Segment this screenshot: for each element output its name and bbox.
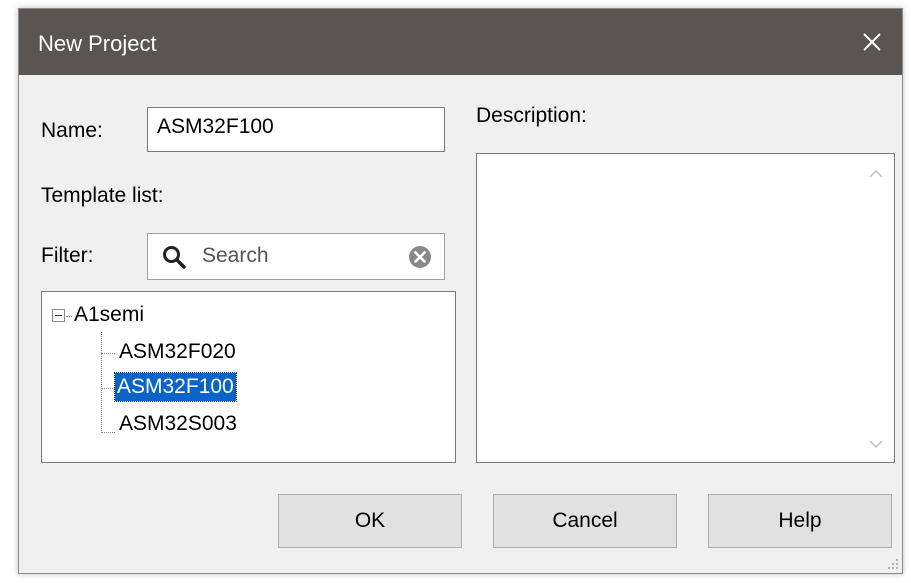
cancel-button[interactable]: Cancel <box>493 494 677 548</box>
tree-item-asm32s003[interactable]: ASM32S003 <box>117 410 239 438</box>
tree-connector <box>101 432 115 433</box>
tree-root-a1semi[interactable]: A1semi <box>72 301 146 329</box>
title-bar[interactable]: New Project <box>19 9 902 75</box>
scroll-up-icon[interactable] <box>868 168 884 180</box>
search-icon <box>163 246 186 269</box>
description-textarea[interactable] <box>476 153 895 463</box>
dialog-title: New Project <box>38 31 157 56</box>
resize-grip-icon[interactable] <box>887 558 899 570</box>
name-label: Name: <box>41 119 103 142</box>
tree-item-asm32f100[interactable]: ASM32F100 <box>114 372 237 402</box>
close-icon <box>863 33 881 51</box>
name-input[interactable]: ASM32F100 <box>147 107 445 152</box>
search-placeholder: Search <box>202 244 269 267</box>
tree-connector <box>101 332 102 433</box>
description-label: Description: <box>476 104 587 127</box>
clear-search-icon[interactable] <box>408 245 432 269</box>
template-list-label: Template list: <box>41 184 164 207</box>
template-tree[interactable]: A1semi ASM32F020 ASM32F100 ASM32S003 <box>41 291 456 463</box>
filter-search-input[interactable]: Search <box>147 233 445 280</box>
tree-item-asm32f020[interactable]: ASM32F020 <box>117 338 238 366</box>
ok-button[interactable]: OK <box>278 494 462 548</box>
help-button[interactable]: Help <box>708 494 892 548</box>
tree-connector <box>101 353 115 354</box>
collapse-toggle-icon[interactable] <box>52 309 65 322</box>
tree-connector <box>101 388 115 389</box>
filter-label: Filter: <box>41 244 94 267</box>
close-button[interactable] <box>842 9 902 75</box>
scroll-down-icon[interactable] <box>868 438 884 450</box>
new-project-dialog: New Project Name: ASM32F100 Template lis… <box>18 8 903 574</box>
